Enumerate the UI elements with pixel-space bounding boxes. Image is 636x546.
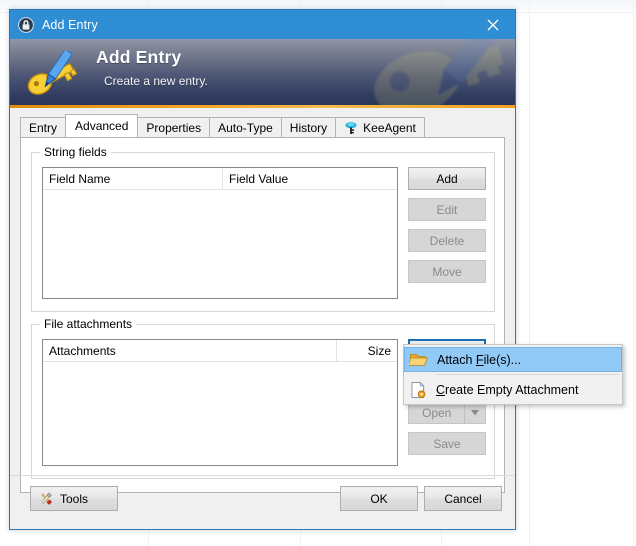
tab-history[interactable]: History (280, 117, 337, 137)
menu-item-label: Create Empty Attachment (436, 382, 579, 397)
dialog-titlebar[interactable]: Add Entry (10, 10, 515, 39)
tab-page-advanced: String fields Field Name Field Value Add… (20, 137, 505, 493)
banner-subtitle: Create a new entry. (104, 74, 208, 88)
string-fields-list-body[interactable] (43, 190, 397, 298)
chevron-down-icon[interactable] (464, 402, 485, 423)
background-divider (529, 0, 530, 546)
dialog-footer: Tools OK Cancel (10, 475, 515, 529)
file-attachments-group-title: File attachments (40, 317, 137, 331)
footer-divider (10, 475, 515, 476)
column-header-field-name[interactable]: Field Name (43, 168, 223, 190)
background-divider (633, 0, 634, 546)
tab-label: Entry (29, 120, 58, 135)
button-label: Move (432, 264, 462, 279)
folder-open-icon (409, 353, 428, 366)
tab-properties[interactable]: Properties (137, 117, 211, 137)
banner-accent-line (10, 105, 515, 108)
string-fields-list[interactable]: Field Name Field Value (42, 167, 398, 299)
tools-icon (40, 492, 52, 505)
tab-label: Properties (146, 120, 202, 135)
keeagent-icon (345, 121, 357, 134)
delete-string-field-button[interactable]: Delete (408, 229, 486, 252)
new-attachment-icon (411, 381, 426, 398)
tab-label: History (289, 120, 328, 135)
menu-separator (436, 374, 620, 375)
string-fields-group: String fields Field Name Field Value Add… (31, 145, 495, 312)
close-icon[interactable] (471, 10, 515, 39)
tab-auto-type[interactable]: Auto-Type (209, 117, 282, 137)
string-fields-list-header: Field Name Field Value (43, 168, 397, 190)
button-label: Add (436, 171, 458, 186)
dialog-title: Add Entry (42, 17, 98, 32)
banner-watermark-icon (374, 39, 508, 108)
banner-title: Add Entry (96, 47, 182, 67)
button-label: Cancel (444, 491, 482, 506)
tab-entry[interactable]: Entry (20, 117, 67, 137)
lock-icon (18, 16, 34, 33)
menu-item-create-empty-attachment[interactable]: Create Empty Attachment (404, 377, 622, 402)
move-string-field-button[interactable]: Move (408, 260, 486, 283)
tab-advanced[interactable]: Advanced (65, 114, 139, 137)
tab-strip: Entry Advanced Properties Auto-Type Hist… (20, 114, 515, 137)
dialog-banner: Add Entry Create a new entry. (10, 39, 515, 108)
cancel-button[interactable]: Cancel (424, 486, 502, 511)
key-pen-icon (27, 51, 78, 95)
button-label: OK (370, 491, 388, 506)
button-label: Open (422, 405, 452, 420)
menu-item-attach-files[interactable]: Attach File(s)... (404, 347, 622, 372)
tab-keeagent[interactable]: KeeAgent (335, 117, 425, 137)
string-fields-group-title: String fields (40, 145, 111, 159)
button-label: Tools (60, 491, 89, 506)
tab-label: Auto-Type (218, 120, 273, 135)
edit-string-field-button[interactable]: Edit (408, 198, 486, 221)
tab-label: Advanced (75, 119, 129, 133)
add-string-field-button[interactable]: Add (408, 167, 486, 190)
column-header-size[interactable]: Size (337, 340, 397, 362)
add-entry-dialog: Add Entry Add Entry Create a new entry. … (9, 9, 516, 530)
save-attachment-button[interactable]: Save (408, 432, 486, 455)
menu-item-label: Attach File(s)... (437, 352, 522, 367)
file-attachments-list[interactable]: Attachments Size (42, 339, 398, 466)
ok-button[interactable]: OK (340, 486, 418, 511)
tools-button[interactable]: Tools (30, 486, 118, 511)
button-label: Edit (436, 202, 458, 217)
file-attachments-list-header: Attachments Size (43, 340, 397, 362)
button-label: Save (433, 436, 461, 451)
attach-context-menu: Attach File(s)... Create Empty Attachmen… (403, 344, 623, 405)
tab-label: KeeAgent (363, 120, 416, 135)
file-attachments-list-body[interactable] (43, 362, 397, 465)
button-label: Delete (429, 233, 465, 248)
column-header-field-value[interactable]: Field Value (223, 168, 393, 190)
column-header-attachments[interactable]: Attachments (43, 340, 337, 362)
